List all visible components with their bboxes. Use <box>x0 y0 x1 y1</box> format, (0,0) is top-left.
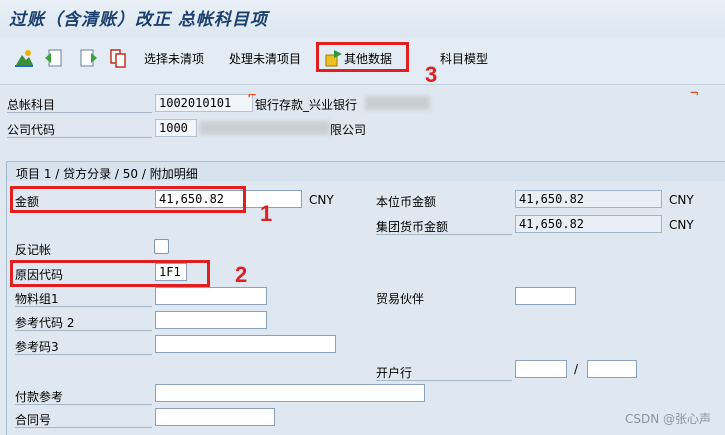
local-amount-field: 41,650.82 <box>515 190 662 208</box>
contract-label: 合同号 <box>15 413 52 427</box>
field-bracket-left: ⌐ <box>248 88 257 104</box>
field-bracket-right: ¬ <box>690 86 699 102</box>
ref-code3-field[interactable] <box>155 335 336 353</box>
house-bank-separator: / <box>574 362 579 376</box>
section-title: 项目 1 / 贷方分录 / 50 / 附加明细 <box>16 167 198 181</box>
group-amount-label: 集团货币金额 <box>376 220 449 234</box>
company-code-field[interactable]: 1000 <box>155 119 197 137</box>
ref-code3-underline <box>15 354 152 355</box>
reversal-checkbox[interactable] <box>154 239 169 254</box>
gl-account-description: 银行存款_兴业银行 <box>255 98 358 112</box>
house-bank-underline <box>376 380 512 381</box>
company-code-underline <box>7 137 152 138</box>
amount-currency: CNY <box>309 193 334 207</box>
toolbar: 选择未清项 处理未清项目 其他数据 3 科目模型 <box>0 38 725 87</box>
redacted-blur <box>365 96 430 110</box>
house-bank-label: 开户行 <box>376 366 413 380</box>
payment-ref-label: 付款参考 <box>15 390 64 404</box>
ref-code2-field[interactable] <box>155 311 267 329</box>
trading-partner-label: 贸易伙伴 <box>376 292 425 306</box>
page-title: 过账（含清账）改正 总帐科目项 <box>9 10 268 30</box>
account-model-button[interactable]: 科目模型 <box>440 50 488 67</box>
company-description: 限公司 <box>330 123 367 137</box>
title-bar: 过账（含清账）改正 总帐科目项 <box>0 0 725 36</box>
next-item-icon[interactable] <box>78 48 98 68</box>
group-amount-underline <box>376 234 512 235</box>
highlight-box-1 <box>10 186 246 213</box>
ref-code3-label: 参考码3 <box>15 340 59 354</box>
other-data-icon[interactable] <box>325 49 343 67</box>
group-amount-field: 41,650.82 <box>515 215 662 233</box>
select-open-items-button[interactable]: 选择未清项 <box>144 50 204 67</box>
overview-icon[interactable] <box>14 48 34 68</box>
payment-ref-field[interactable] <box>155 384 425 402</box>
annotation-1: 1 <box>260 201 273 226</box>
section-header: 项目 1 / 贷方分录 / 50 / 附加明细 <box>6 161 725 181</box>
contract-field[interactable] <box>155 408 275 426</box>
house-bank-field[interactable] <box>515 360 567 378</box>
highlight-box-2 <box>10 260 210 287</box>
delete-item-icon[interactable] <box>108 48 128 68</box>
group-currency: CNY <box>669 218 694 232</box>
material-group-label: 物料组1 <box>15 292 59 306</box>
ref-code2-label: 参考代码 2 <box>15 316 75 330</box>
local-amount-label: 本位币金额 <box>376 195 437 209</box>
contract-underline <box>15 427 152 428</box>
payment-ref-underline <box>15 404 152 405</box>
material-group-underline <box>15 306 152 307</box>
other-data-button[interactable]: 其他数据 <box>344 50 392 67</box>
gl-account-field[interactable]: 1002010101 <box>155 94 253 112</box>
material-group-field[interactable] <box>155 287 267 305</box>
local-currency: CNY <box>669 193 694 207</box>
ref-code2-underline <box>15 330 152 331</box>
company-code-label: 公司代码 <box>7 123 56 137</box>
process-open-items-button[interactable]: 处理未清项目 <box>229 50 301 67</box>
trading-partner-field[interactable] <box>515 287 576 305</box>
house-bank-account-field[interactable] <box>587 360 637 378</box>
gl-account-underline <box>7 112 152 113</box>
reversal-label: 反记帐 <box>15 243 52 257</box>
redacted-blur <box>200 121 330 135</box>
gl-account-label: 总帐科目 <box>7 98 56 112</box>
annotation-2: 2 <box>235 262 248 287</box>
previous-item-icon[interactable] <box>44 48 64 68</box>
watermark: CSDN @张心声 <box>624 412 711 426</box>
annotation-3: 3 <box>425 62 438 87</box>
